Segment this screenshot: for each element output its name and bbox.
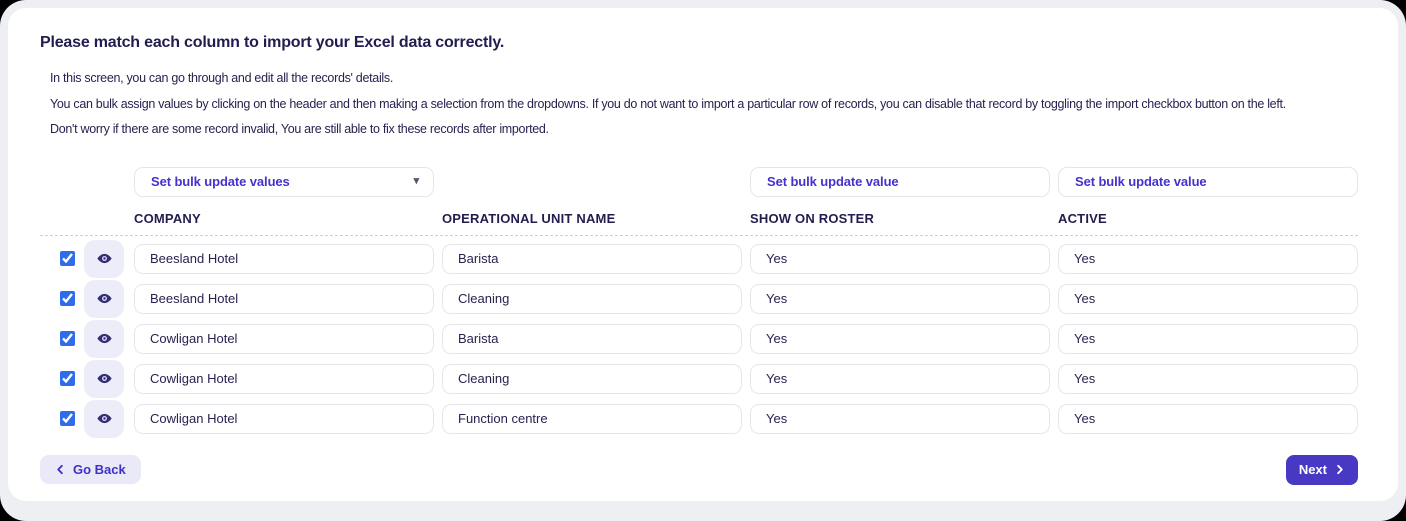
import-checkbox-cell	[40, 279, 76, 319]
chevron-right-icon	[1337, 464, 1343, 475]
preview-record-button[interactable]	[84, 279, 124, 318]
company-input[interactable]	[134, 243, 434, 274]
page-title: Please match each column to import your …	[40, 34, 505, 51]
operational-unit-input[interactable]	[442, 243, 742, 274]
eye-icon	[96, 413, 112, 424]
show-on-roster-input[interactable]	[750, 283, 1050, 314]
preview-record-button[interactable]	[84, 399, 124, 438]
company-input[interactable]	[134, 283, 434, 314]
eye-icon	[96, 373, 112, 384]
next-label: Next	[1298, 462, 1327, 477]
column-header-company: COMPANY	[134, 210, 201, 226]
instructions: In this screen, you can go through and e…	[50, 66, 1358, 143]
import-wizard-panel: Please match each column to import your …	[0, 0, 1406, 521]
chevron-down-icon: ▾	[413, 175, 420, 187]
operational-unit-input[interactable]	[442, 323, 742, 354]
import-checkbox-cell	[40, 399, 76, 439]
bulk-update-button-show-on-roster[interactable]: Set bulk update value	[750, 166, 1050, 197]
instruction-line: In this screen, you can go through and e…	[50, 71, 394, 85]
show-on-roster-input[interactable]	[750, 323, 1050, 354]
chevron-left-icon	[57, 464, 63, 475]
import-checkbox-cell	[40, 319, 76, 359]
import-checkbox[interactable]	[60, 331, 75, 346]
active-input[interactable]	[1058, 243, 1358, 274]
go-back-button[interactable]: Go Back	[40, 455, 141, 484]
active-input[interactable]	[1058, 403, 1358, 434]
footer-actions: Go Back Next	[40, 454, 1358, 485]
preview-record-button[interactable]	[84, 239, 124, 278]
import-checkbox-cell	[40, 239, 76, 279]
eye-icon	[96, 333, 112, 344]
column-header-operational-unit: OPERATIONAL UNIT NAME	[442, 210, 616, 226]
import-checkbox-cell	[40, 359, 76, 399]
operational-unit-input[interactable]	[442, 363, 742, 394]
show-on-roster-input[interactable]	[750, 243, 1050, 274]
column-match-card: Please match each column to import your …	[8, 8, 1398, 501]
company-input[interactable]	[134, 323, 434, 354]
records-table: Set bulk update values ▾ Set bulk update…	[40, 166, 1358, 439]
preview-record-button[interactable]	[84, 319, 124, 358]
operational-unit-input[interactable]	[442, 403, 742, 434]
preview-record-button[interactable]	[84, 359, 124, 398]
eye-icon	[96, 253, 112, 264]
import-checkbox[interactable]	[60, 411, 75, 426]
column-header-active: ACTIVE	[1058, 210, 1107, 226]
operational-unit-input[interactable]	[442, 283, 742, 314]
active-input[interactable]	[1058, 283, 1358, 314]
column-header-show-on-roster: SHOW ON ROSTER	[750, 210, 875, 226]
eye-icon	[96, 293, 112, 304]
import-checkbox[interactable]	[60, 371, 75, 386]
import-checkbox[interactable]	[60, 251, 75, 266]
active-input[interactable]	[1058, 323, 1358, 354]
header-divider	[40, 234, 1358, 236]
bulk-button-label: Set bulk update value	[1075, 174, 1207, 189]
bulk-update-dropdown-company[interactable]: Set bulk update values ▾	[134, 166, 434, 197]
company-input[interactable]	[134, 363, 434, 394]
next-button[interactable]: Next	[1285, 454, 1358, 485]
company-input[interactable]	[134, 403, 434, 434]
bulk-update-button-active[interactable]: Set bulk update value	[1058, 166, 1358, 197]
bulk-dropdown-label: Set bulk update values	[151, 174, 290, 189]
import-checkbox[interactable]	[60, 291, 75, 306]
bulk-button-label: Set bulk update value	[767, 174, 899, 189]
instruction-line: Don't worry if there are some record inv…	[50, 122, 549, 136]
show-on-roster-input[interactable]	[750, 363, 1050, 394]
instruction-line: You can bulk assign values by clicking o…	[50, 96, 1286, 111]
show-on-roster-input[interactable]	[750, 403, 1050, 434]
active-input[interactable]	[1058, 363, 1358, 394]
go-back-label: Go Back	[73, 462, 126, 477]
